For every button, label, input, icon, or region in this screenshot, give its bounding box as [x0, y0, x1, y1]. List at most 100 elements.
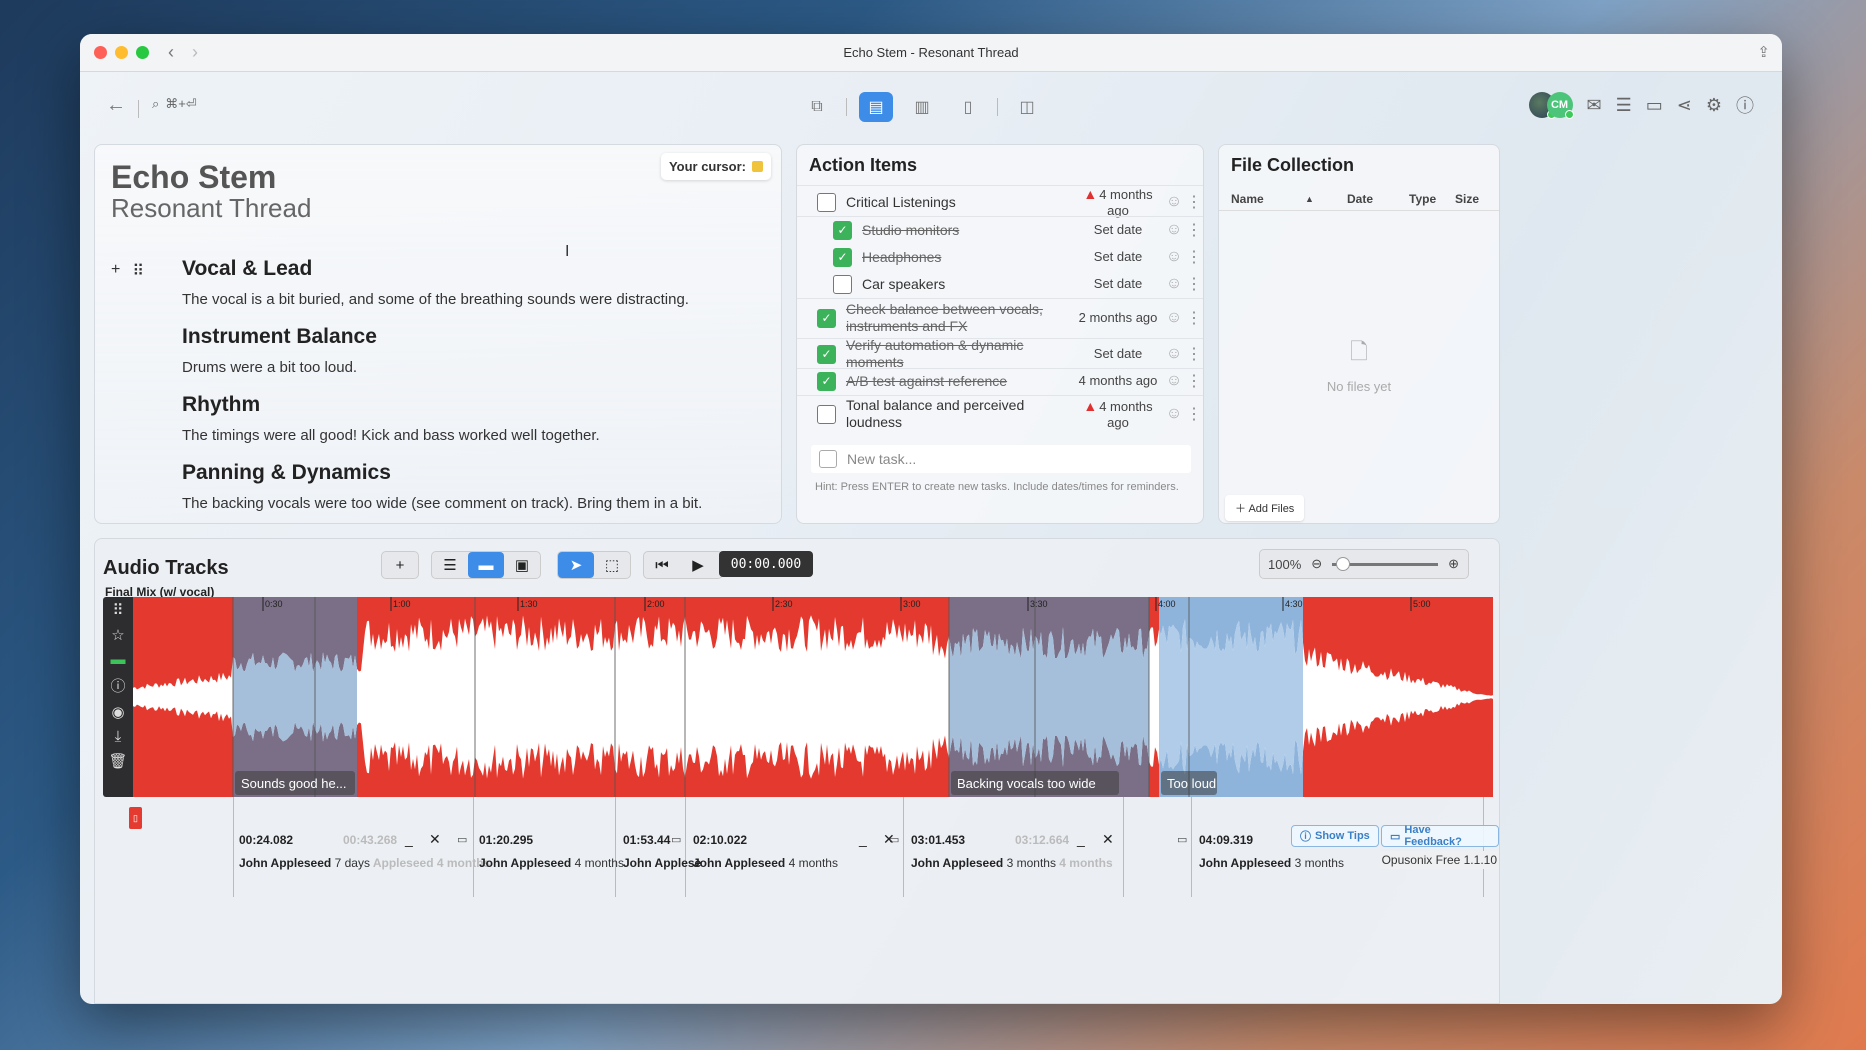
playhead-marker[interactable]: ▯: [129, 807, 142, 829]
task-label[interactable]: Verify automation & dynamic moments: [846, 337, 1073, 371]
task-label[interactable]: A/B test against reference: [846, 373, 1073, 390]
minimize-icon[interactable]: _: [1077, 831, 1085, 847]
comment-icon[interactable]: ▬: [111, 651, 126, 668]
sort-asc-icon[interactable]: ▲: [1305, 194, 1314, 204]
minimize-icon[interactable]: _: [405, 831, 413, 847]
more-icon[interactable]: ⋮: [1185, 220, 1203, 240]
chevron-left-icon[interactable]: ‹: [168, 42, 174, 63]
drag-handle-icon[interactable]: ⠿: [113, 601, 124, 619]
task-row[interactable]: Car speakers Set date ☺ ⋮: [797, 271, 1203, 297]
task-row[interactable]: ✓ A/B test against reference 4 months ago ☺…: [797, 368, 1203, 394]
comment-time[interactable]: 01:20.295: [479, 833, 533, 847]
task-row[interactable]: ✓ Studio monitors Set date ☺ ⋮: [797, 217, 1203, 243]
task-label[interactable]: Studio monitors: [862, 222, 1073, 239]
comment-time[interactable]: 04:09.319: [1199, 833, 1253, 847]
reaction-icon[interactable]: ☺: [1163, 221, 1185, 239]
col-name[interactable]: Name: [1231, 192, 1264, 206]
task-row[interactable]: Critical Listenings ▲ 4 months ago ☺ ⋮: [797, 186, 1203, 218]
info-icon[interactable]: ⓘ: [110, 675, 125, 696]
col-type[interactable]: Type: [1409, 192, 1436, 206]
task-date[interactable]: 2 months ago: [1073, 310, 1163, 326]
chevron-right-icon[interactable]: ›: [192, 42, 198, 63]
task-date[interactable]: 4 months ago: [1073, 373, 1163, 389]
info-icon[interactable]: ⓘ: [1736, 92, 1754, 118]
task-checkbox[interactable]: [817, 192, 836, 212]
comment-time[interactable]: 00:24.082: [239, 833, 293, 847]
task-row[interactable]: Tonal balance and perceived loudness ▲ 4 m…: [797, 395, 1203, 433]
task-label[interactable]: Critical Listenings: [846, 194, 1073, 211]
waveform[interactable]: 0:30 1:00 1:30 2:00 2:30 3:00 3:30 4:00 4:30 5:00…: [133, 597, 1493, 797]
feedback-button[interactable]: ▭ Have Feedback?: [1381, 824, 1499, 848]
task-label[interactable]: Headphones: [862, 249, 1073, 266]
search-button[interactable]: ⌕ ⌘+⏎: [152, 96, 197, 112]
task-date[interactable]: Set date: [1073, 346, 1163, 362]
task-date[interactable]: Set date: [1073, 222, 1163, 238]
new-task-input[interactable]: New task...: [811, 445, 1191, 473]
mail-icon[interactable]: ✉: [1587, 95, 1602, 116]
col-date[interactable]: Date: [1347, 192, 1373, 206]
reaction-icon[interactable]: ☺: [1163, 372, 1185, 390]
share-node-icon[interactable]: ⋖: [1677, 95, 1692, 116]
more-icon[interactable]: ⋮: [1185, 274, 1203, 294]
comment-time[interactable]: 03:01.453: [911, 833, 965, 847]
task-row[interactable]: ✓ Check balance between vocals, instrumen…: [797, 299, 1203, 337]
trash-icon[interactable]: 🗑: [108, 752, 127, 770]
play-icon[interactable]: ▶: [680, 552, 716, 578]
view-layout-icon[interactable]: ▤: [859, 92, 893, 122]
comment-card[interactable]: ▭ 02:10.022 John Appleseed 4 months _ ✕: [671, 831, 895, 895]
task-date[interactable]: ▲ 4 months ago: [1073, 398, 1163, 431]
show-tips-button[interactable]: ⓘ Show Tips: [1291, 825, 1379, 847]
checklist-icon[interactable]: ☰: [1616, 95, 1632, 116]
task-checkbox[interactable]: ✓: [817, 344, 836, 364]
download-icon[interactable]: ⤓: [115, 728, 122, 745]
drag-handle-icon[interactable]: ⠿: [132, 261, 144, 281]
add-track-button[interactable]: +: [382, 552, 418, 578]
task-label[interactable]: Check balance between vocals, instrument…: [846, 301, 1073, 335]
list-view-icon[interactable]: ☰: [432, 552, 468, 578]
palette-icon[interactable]: ◉: [111, 703, 124, 721]
zoom-in-icon[interactable]: ⊕: [1448, 556, 1459, 572]
comment-card[interactable]: ▭ 03:01.453 03:12.664 John Appleseed 3 mont…: [889, 831, 1114, 895]
select-tool-icon[interactable]: ⬚: [594, 552, 630, 578]
comment-time[interactable]: 02:10.022: [693, 833, 747, 847]
view-split-icon[interactable]: ▥: [905, 92, 939, 122]
view-single-icon[interactable]: ▯: [951, 92, 985, 122]
add-block-icon[interactable]: +: [111, 261, 120, 281]
reaction-icon[interactable]: ☺: [1163, 345, 1185, 363]
more-icon[interactable]: ⋮: [1185, 192, 1203, 212]
panel-view-icon[interactable]: ▣: [504, 552, 540, 578]
close-window-button[interactable]: [94, 46, 107, 59]
task-checkbox[interactable]: ✓: [817, 371, 836, 391]
comment-icon[interactable]: ▭: [1646, 95, 1663, 116]
close-icon[interactable]: ✕: [1102, 831, 1114, 848]
skip-back-icon[interactable]: ⏮: [644, 552, 680, 578]
zoom-slider[interactable]: [1332, 556, 1439, 571]
minimize-icon[interactable]: _: [859, 831, 867, 847]
reaction-icon[interactable]: ☺: [1163, 248, 1185, 266]
more-icon[interactable]: ⋮: [1185, 371, 1203, 391]
reaction-icon[interactable]: ☺: [1163, 309, 1185, 327]
task-date[interactable]: Set date: [1073, 249, 1163, 265]
share-icon[interactable]: ⇪: [1757, 43, 1770, 61]
more-icon[interactable]: ⋮: [1185, 247, 1203, 267]
comment-time[interactable]: 01:53.44: [623, 833, 670, 847]
more-icon[interactable]: ⋮: [1185, 404, 1203, 424]
zoom-out-icon[interactable]: ⊖: [1311, 556, 1322, 572]
add-files-button[interactable]: ＋ Add Files: [1225, 495, 1305, 521]
task-row[interactable]: ✓ Headphones Set date ☺ ⋮: [797, 244, 1203, 270]
task-checkbox[interactable]: [817, 404, 836, 424]
col-size[interactable]: Size: [1455, 192, 1479, 206]
zoom-window-button[interactable]: [136, 46, 149, 59]
task-date[interactable]: ▲ 4 months ago: [1073, 186, 1163, 219]
view-edit-icon[interactable]: ⧉: [800, 92, 834, 122]
gear-icon[interactable]: ⚙: [1706, 95, 1722, 116]
task-label[interactable]: Car speakers: [862, 276, 1073, 293]
task-checkbox[interactable]: ✓: [833, 247, 852, 267]
pointer-tool-icon[interactable]: ➤: [558, 552, 594, 578]
reaction-icon[interactable]: ☺: [1163, 193, 1185, 211]
stacked-view-icon[interactable]: ▬: [468, 552, 504, 578]
task-checkbox[interactable]: ✓: [833, 220, 852, 240]
back-arrow-icon[interactable]: ←: [106, 94, 126, 117]
reaction-icon[interactable]: ☺: [1163, 275, 1185, 293]
close-icon[interactable]: ✕: [429, 831, 441, 848]
